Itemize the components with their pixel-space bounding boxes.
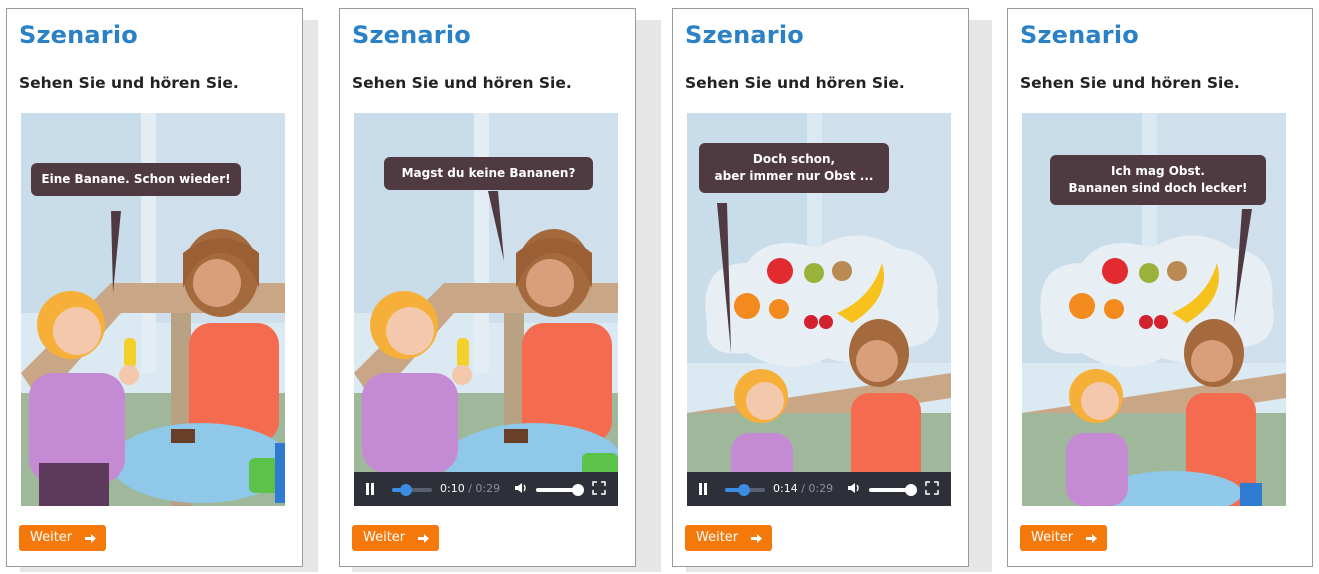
card-instruction: Sehen Sie und hören Sie. [1020,74,1240,92]
weiter-button-label: Weiter [1031,530,1074,545]
seek-handle[interactable] [399,484,412,496]
current-time: 0:10 [440,482,465,495]
fullscreen-icon[interactable] [925,481,939,495]
seek-bar[interactable] [725,484,765,496]
volume-slider[interactable] [869,484,917,496]
fullscreen-icon[interactable] [592,481,606,495]
volume-slider[interactable] [536,484,584,496]
cherry-icon [804,315,818,329]
arrow-right-icon [85,534,96,543]
orange-icon [734,293,760,319]
pause-icon[interactable] [366,483,369,495]
speech-bubble: Ich mag Obst. Bananen sind doch lecker! [1050,155,1266,205]
card-instruction: Sehen Sie und hören Sie. [685,74,905,92]
scenario-video[interactable]: Doch schon, aber immer nur Obst ... 0:14… [687,113,951,506]
seek-handle[interactable] [738,484,751,496]
cherry-icon [1139,315,1153,329]
speech-bubble: Magst du keine Bananen? [384,157,593,190]
card-instruction: Sehen Sie und hören Sie. [352,74,572,92]
arrow-right-icon [751,534,762,543]
weiter-button[interactable]: Weiter [685,525,772,551]
scenario-card-1: Szenario Sehen Sie und hören Sie. Eine B… [6,8,303,567]
arrow-right-icon [418,534,429,543]
scenario-card-2: Szenario Sehen Sie und hören Sie. Magst … [339,8,636,567]
scenario-video[interactable]: Magst du keine Bananen? 0:10 / 0:29 [354,113,618,506]
speech-bubble: Eine Banane. Schon wieder! [31,163,241,196]
orange-icon [1069,293,1095,319]
time-display: 0:10 / 0:29 [440,482,500,495]
weiter-button[interactable]: Weiter [352,525,439,551]
kiwi-icon [804,263,824,283]
apple-icon [767,258,793,284]
weiter-button[interactable]: Weiter [19,525,106,551]
volume-handle[interactable] [572,484,584,496]
card-title: Szenario [1020,21,1139,49]
weiter-button-label: Weiter [30,530,73,545]
card-instruction: Sehen Sie und hören Sie. [19,74,239,92]
volume-icon[interactable] [514,481,528,495]
total-time: 0:29 [808,482,834,495]
weiter-button-label: Weiter [363,530,406,545]
seek-bar[interactable] [392,484,432,496]
current-time: 0:14 [773,482,798,495]
scenario-video[interactable]: Eine Banane. Schon wieder! [21,113,285,506]
pause-icon[interactable] [699,483,702,495]
scenario-video[interactable]: Ich mag Obst. Bananen sind doch lecker! [1022,113,1286,506]
total-time: 0:29 [475,482,501,495]
time-separator: / [801,482,805,495]
apple-icon [1102,258,1128,284]
time-separator: / [468,482,472,495]
kiwi-icon [1139,263,1159,283]
card-title: Szenario [352,21,471,49]
volume-handle[interactable] [905,484,917,496]
card-title: Szenario [19,21,138,49]
time-display: 0:14 / 0:29 [773,482,833,495]
scenario-card-3: Szenario Sehen Sie und hören Sie. Doch s… [672,8,969,567]
volume-icon[interactable] [847,481,861,495]
weiter-button[interactable]: Weiter [1020,525,1107,551]
weiter-button-label: Weiter [696,530,739,545]
card-title: Szenario [685,21,804,49]
video-player-controls: 0:10 / 0:29 [354,472,618,506]
scenario-card-4: Szenario Sehen Sie und hören Sie. Ich ma… [1007,8,1313,567]
arrow-right-icon [1086,534,1097,543]
video-player-controls: 0:14 / 0:29 [687,472,951,506]
speech-bubble: Doch schon, aber immer nur Obst ... [699,143,889,193]
